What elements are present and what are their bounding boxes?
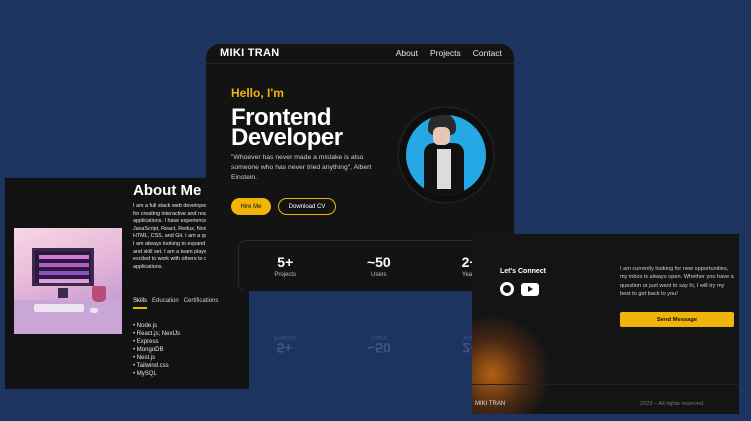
about-title: About Me [133,182,202,199]
list-item: MySQL [133,370,180,378]
skills-list: Node.js React.js; NextJs Express MongoDB… [133,322,180,378]
keyboard-graphic [34,304,84,312]
hire-me-button[interactable]: Hire Me [231,198,271,215]
footer-copyright: 2023 – All rights reserved. [640,401,705,407]
hero-role-title: Frontend Developer [231,104,343,151]
list-item: Node.js [133,322,180,330]
stat-label: Projects [273,334,296,340]
list-item: React.js; NextJs [133,330,180,338]
tab-certifications[interactable]: Certifications [184,298,219,309]
contact-title: Let's Connect [500,268,547,275]
hero-greeting: Hello, I'm [231,86,284,100]
list-item: Express [133,338,180,346]
stat-projects: 5+ Projects [274,254,296,278]
avatar-shirt-graphic [437,149,451,189]
nav-link-projects[interactable]: Projects [430,48,461,58]
avatar-face-graphic [433,127,450,145]
monitor-stand-graphic [58,288,68,298]
cup-graphic [92,286,106,302]
download-cv-button[interactable]: Download CV [278,198,336,215]
hero-section: MIKI TRAN About Projects Contact Hello, … [206,44,514,291]
reflection-stat: ~50 Users [367,326,391,356]
social-links [500,282,539,296]
footer-brand: MIKI TRAN [475,401,506,407]
mouse-graphic [90,308,98,313]
nav-link-contact[interactable]: Contact [473,48,502,58]
stat-value: ~50 [366,340,391,356]
tab-skills[interactable]: Skills [133,298,148,309]
list-item: MongoDB [133,346,180,354]
tab-education[interactable]: Education [152,298,179,309]
hero-quote: "Whoever has never made a mistake is als… [231,154,372,181]
stat-value: 5+ [277,254,294,270]
top-navbar: MIKI TRAN About Projects Contact [206,44,514,64]
list-item: Tailwind.css [133,362,180,370]
send-message-button[interactable]: Send Message [620,312,734,327]
about-tabs: Skills Education Certifications [133,298,218,309]
nav-link-about[interactable]: About [396,48,418,58]
stat-users: ~50 Users [367,254,391,278]
reflection-stat: 5+ Projects [274,326,296,356]
stat-label: Users [371,272,387,278]
github-icon[interactable] [500,282,514,296]
contact-section: Let's Connect I am currently looking for… [472,234,739,414]
youtube-icon[interactable] [521,282,539,296]
contact-message: I am currently looking for new opportuni… [620,266,734,298]
footer: MIKI TRAN 2023 – All rights reserved. [472,384,739,414]
stat-value: 5+ [276,340,293,356]
avatar [406,115,486,195]
list-item: Nest.js [133,354,180,362]
about-illustration [14,228,122,334]
brand-logo[interactable]: MIKI TRAN [220,47,280,59]
stat-label: Projects [274,272,297,278]
monitor-graphic [32,248,94,286]
nav-links: About Projects Contact [396,48,502,58]
stat-value: ~50 [366,254,391,270]
